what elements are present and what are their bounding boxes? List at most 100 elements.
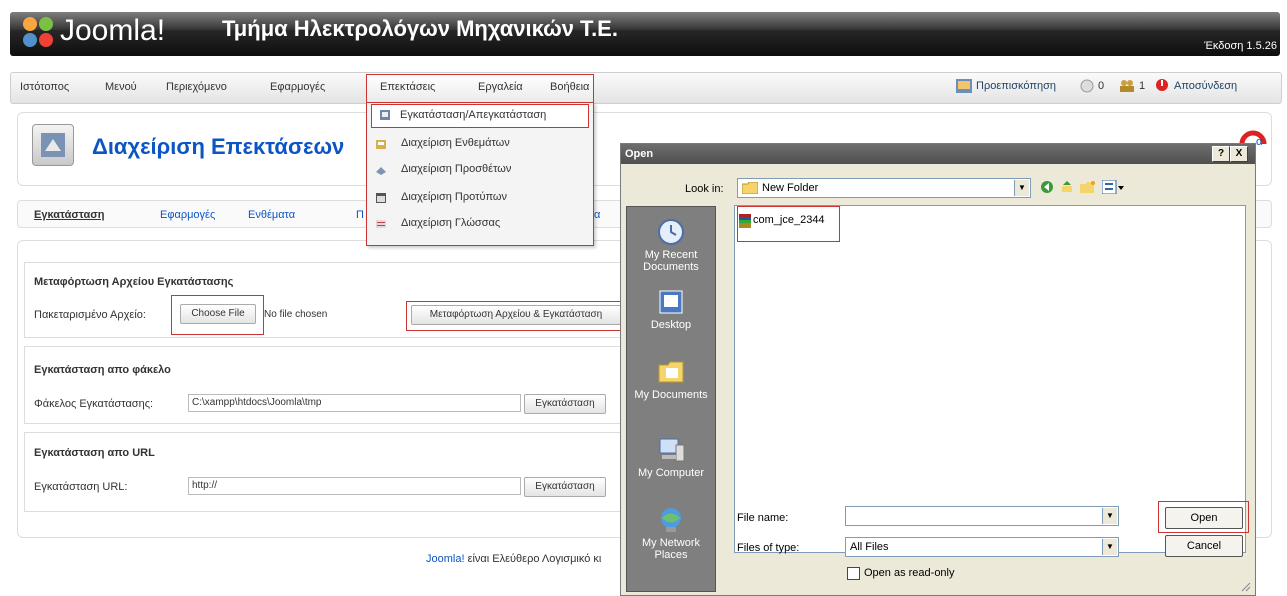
place-label: My Network Places <box>641 537 701 561</box>
install-folder-input[interactable]: C:\xampp\htdocs\Joomla\tmp <box>188 394 521 412</box>
tab-install[interactable]: Εγκατάσταση <box>34 209 105 221</box>
folder-install-legend: Εγκατάσταση απο φάκελο <box>34 364 171 376</box>
view-menu-icon[interactable] <box>1102 180 1124 194</box>
place-my-computer[interactable]: My Computer <box>627 435 715 479</box>
place-recent-documents[interactable]: My Recent Documents <box>627 217 715 273</box>
open-button-highlight <box>1158 501 1249 533</box>
preview-icon <box>956 79 972 93</box>
users-count[interactable]: 1 <box>1139 80 1145 92</box>
chevron-down-icon[interactable]: ▼ <box>1014 180 1029 196</box>
url-install-fieldset <box>24 432 642 512</box>
package-file-label: Πακεταρισμένο Αρχείο: <box>34 309 146 321</box>
open-file-dialog: Open ? X Look in: New Folder ▼ My Recent… <box>620 143 1256 596</box>
look-in-combo[interactable]: New Folder ▼ <box>737 178 1031 198</box>
menu-extensions[interactable]: Επεκτάσεις <box>380 81 435 93</box>
readonly-label: Open as read-only <box>864 567 955 579</box>
install-icon <box>380 110 390 120</box>
messages-count[interactable]: 0 <box>1098 80 1104 92</box>
file-name-label: File name: <box>737 512 789 524</box>
logout-icon <box>1156 79 1168 91</box>
my-documents-icon <box>658 361 684 383</box>
place-my-network-places[interactable]: My Network Places <box>627 505 715 561</box>
install-url-label: Εγκατάσταση URL: <box>34 481 128 493</box>
dropdown-item-module-manager[interactable]: Διαχείριση Ενθεμάτων <box>375 133 585 155</box>
dropdown-item-language-manager[interactable]: Διαχείριση Γλώσσας <box>375 213 585 235</box>
footer-joomla-link[interactable]: Joomla! <box>426 553 465 565</box>
footer-text: είναι Ελεύθερο Λογισμικό κι <box>464 553 602 565</box>
look-in-value: New Folder <box>762 182 819 194</box>
tab-modules[interactable]: Ενθέματα <box>248 209 295 221</box>
new-folder-icon[interactable] <box>1080 180 1096 194</box>
menu-components[interactable]: Εφαρμογές <box>270 81 325 93</box>
chevron-down-icon[interactable]: ▼ <box>1102 508 1117 524</box>
dialog-help-button[interactable]: ? <box>1212 146 1230 162</box>
dropdown-selected-label[interactable]: Εγκατάσταση/Απεγκατάσταση <box>400 109 546 121</box>
desktop-icon <box>659 290 683 314</box>
module-icon <box>376 140 386 149</box>
place-label: Desktop <box>650 319 692 331</box>
header-bar <box>10 12 1280 56</box>
dropdown-item-label: Διαχείριση Προσθέτων <box>401 163 512 175</box>
help-link-partial[interactable]: α <box>1256 136 1262 148</box>
folder-icon <box>742 182 758 194</box>
tab-languages-partial[interactable]: α <box>594 209 600 221</box>
places-bar: My Recent Documents Desktop My Documents… <box>626 206 716 592</box>
look-in-label: Look in: <box>685 183 724 195</box>
page-title: Διαχείριση Επεκτάσεων <box>92 134 345 159</box>
install-url-button[interactable]: Εγκατάσταση <box>524 477 606 497</box>
readonly-checkbox[interactable] <box>847 567 860 580</box>
users-icon <box>1120 80 1134 92</box>
dialog-title: Open <box>625 148 654 160</box>
messages-icon <box>1080 79 1094 93</box>
cancel-button[interactable]: Cancel <box>1165 535 1243 557</box>
menu-tools[interactable]: Εργαλεία <box>478 81 523 93</box>
dialog-titlebar: Open ? X <box>621 144 1255 164</box>
template-icon <box>376 193 386 203</box>
dropdown-item-plugin-manager[interactable]: Διαχείριση Προσθέτων <box>375 159 585 181</box>
tab-plugins-partial[interactable]: Π <box>356 209 364 221</box>
joomla-logo-icon <box>23 17 53 47</box>
install-folder-label: Φάκελος Εγκατάστασης: <box>34 398 154 410</box>
place-desktop[interactable]: Desktop <box>627 287 715 331</box>
menu-menus[interactable]: Μενού <box>105 81 137 93</box>
chevron-down-icon[interactable]: ▼ <box>1102 539 1117 555</box>
network-places-icon <box>661 508 681 532</box>
joomla-logo-text: Joomla! <box>60 14 166 47</box>
up-folder-icon[interactable] <box>1060 180 1074 194</box>
language-icon <box>376 220 386 228</box>
back-icon[interactable] <box>1040 180 1054 194</box>
files-of-type-label: Files of type: <box>737 542 800 554</box>
logout-link[interactable]: Αποσύνδεση <box>1174 80 1237 92</box>
place-label: My Recent Documents <box>643 249 699 273</box>
preview-link[interactable]: Προεπισκόπηση <box>976 80 1056 92</box>
my-computer-icon <box>659 438 685 462</box>
version-label: Έκδοση 1.5.26 <box>1204 40 1277 52</box>
menu-site[interactable]: Ιστότοπος <box>20 81 69 93</box>
install-folder-button[interactable]: Εγκατάσταση <box>524 394 606 414</box>
files-of-type-select[interactable]: All Files ▼ <box>845 537 1119 557</box>
plugin-icon <box>376 167 386 175</box>
menu-content[interactable]: Περιεχόμενο <box>166 81 227 93</box>
url-install-legend: Εγκατάσταση απο URL <box>34 447 155 459</box>
dialog-close-button[interactable]: X <box>1230 146 1248 162</box>
extensions-manager-icon <box>32 124 74 166</box>
file-item-highlight <box>737 206 840 242</box>
place-label: My Documents <box>634 389 708 401</box>
choose-file-highlight <box>171 295 264 335</box>
dropdown-item-label: Διαχείριση Ενθεμάτων <box>401 137 510 149</box>
place-label: My Computer <box>637 467 705 479</box>
place-my-documents[interactable]: My Documents <box>627 357 715 401</box>
dropdown-item-label: Διαχείριση Γλώσσας <box>401 217 501 229</box>
install-url-input[interactable]: http:// <box>188 477 521 495</box>
files-of-type-value: All Files <box>850 541 889 553</box>
upload-button-highlight <box>406 301 626 331</box>
file-name-input[interactable]: ▼ <box>845 506 1119 526</box>
dropdown-item-label: Διαχείριση Προτύπων <box>401 191 507 203</box>
tab-components[interactable]: Εφαρμογές <box>160 209 215 221</box>
dropdown-item-template-manager[interactable]: Διαχείριση Προτύπων <box>375 187 585 209</box>
site-name: Τμήμα Ηλεκτρολόγων Μηχανικών Τ.Ε. <box>222 16 618 41</box>
upload-legend: Μεταφόρτωση Αρχείου Εγκατάστασης <box>34 276 234 288</box>
resize-grip-icon[interactable] <box>1239 580 1251 592</box>
menu-help[interactable]: Βοήθεια <box>550 81 589 93</box>
no-file-text: No file chosen <box>264 309 328 320</box>
